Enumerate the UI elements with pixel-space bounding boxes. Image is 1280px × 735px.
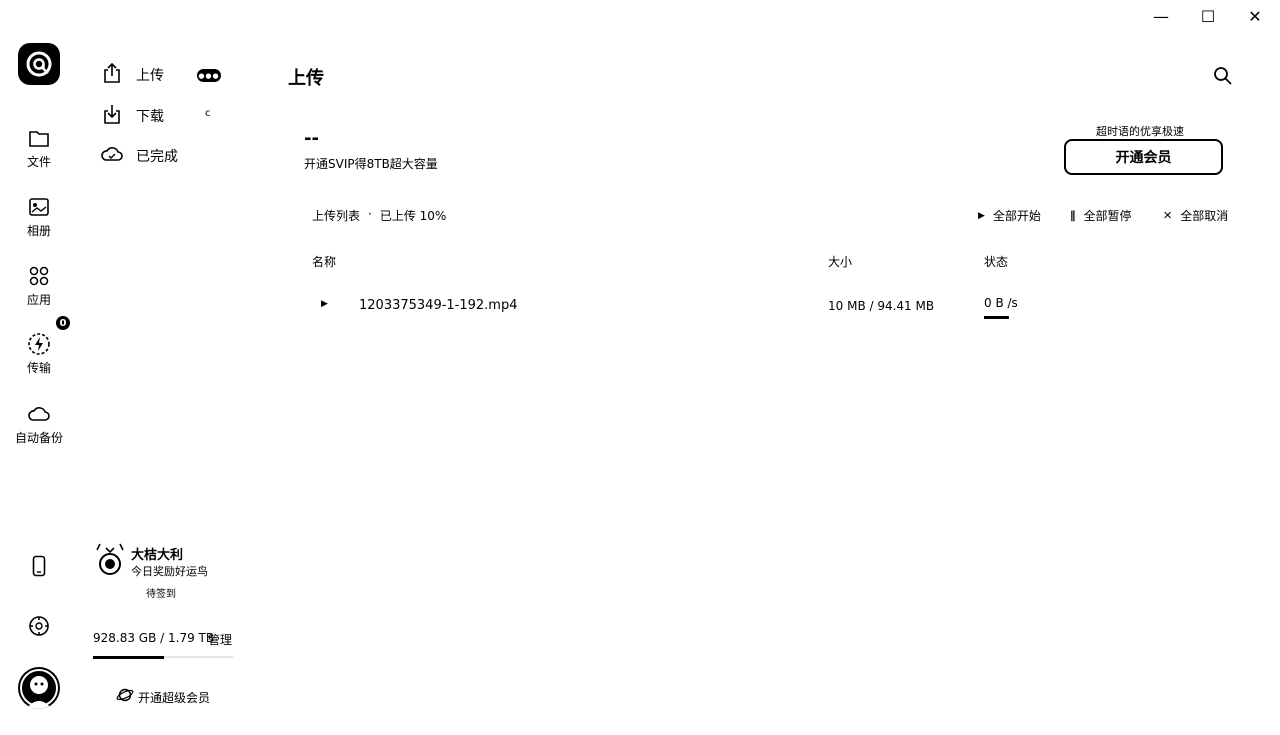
subnav-label: 上传 (136, 68, 164, 84)
page-title: 上传 (288, 68, 324, 89)
pause-icon: ∥ (1070, 209, 1076, 222)
table-row[interactable]: ▶ 1203375349-1-192.mp4 10 MB / 94.41 MB … (300, 288, 1240, 328)
upload-icon (100, 61, 124, 89)
apps-icon (27, 264, 51, 288)
user-name: 大桔大利 (131, 548, 184, 563)
rail-item-backup[interactable]: 自动备份 (6, 402, 72, 446)
cancel-all-label: 全部取消 (1180, 209, 1229, 223)
rail-item-photos[interactable]: 相册 (6, 195, 72, 239)
download-icon (100, 102, 124, 130)
checkin-link[interactable]: 待签到 (146, 585, 176, 600)
play-icon: ▶ (978, 210, 985, 221)
transfer-badge: 0 (56, 316, 70, 330)
upgrade-super-vip-button[interactable]: 开通超级会员 (116, 686, 210, 708)
minimize-button[interactable]: — (1149, 4, 1173, 28)
rail-label: 相册 (26, 224, 51, 238)
pause-all-label: 全部暂停 (1083, 209, 1132, 223)
row-progress-fill (984, 316, 1009, 319)
expand-triangle-icon[interactable]: ▶ (321, 299, 328, 309)
file-name: 1203375349-1-192.mp4 (359, 298, 518, 313)
rail-label: 应用 (26, 293, 51, 307)
app-logo (18, 43, 60, 85)
rail-item-apps[interactable]: 应用 (6, 264, 72, 308)
cancel-all-button[interactable]: ✕ 全部取消 (1163, 207, 1228, 224)
search-icon[interactable] (1212, 65, 1236, 89)
cloud-check-icon (100, 143, 124, 169)
start-all-label: 全部开始 (992, 209, 1041, 223)
file-size: 10 MB / 94.41 MB (828, 299, 935, 313)
avatar-image-icon (20, 669, 58, 709)
rail-label: 自动备份 (14, 431, 63, 445)
file-status: 0 B /s (984, 296, 1018, 310)
subnav-label: 已完成 (136, 149, 178, 165)
transfer-icon (27, 332, 51, 356)
cancel-icon: ✕ (1163, 209, 1173, 222)
phone-icon[interactable] (27, 554, 51, 578)
close-button[interactable]: ✕ (1243, 4, 1267, 28)
row-progress-bar (984, 316, 1009, 319)
subnav-item-upload[interactable]: 上传 (100, 60, 164, 90)
list-status: 已上传 10% (379, 209, 447, 223)
rail-item-files[interactable]: 文件 (6, 126, 72, 170)
storage-bar-fill (93, 655, 165, 659)
list-title: 上传列表 (312, 209, 361, 223)
cloud-icon (27, 402, 51, 426)
subnav-label: 下载 (136, 109, 164, 125)
list-summary: 上传列表 · 已上传 10% (312, 207, 446, 224)
user-subtitle: 今日奖励好运鸟 (131, 565, 208, 578)
storage-text: 928.83 GB / 1.79 TB (93, 631, 215, 645)
rail-item-transfer[interactable]: 传输 (6, 332, 72, 376)
subnav-item-download[interactable]: 下载 (100, 101, 164, 131)
rail-label: 文件 (26, 155, 51, 169)
photo-icon (27, 195, 51, 219)
upload-count-badge: ●●● (197, 69, 221, 82)
column-header-name[interactable]: 名称 (312, 253, 336, 270)
upload-speed: -- (304, 128, 319, 149)
rail-label: 传输 (26, 361, 51, 375)
planet-icon (116, 686, 134, 708)
settings-icon[interactable] (27, 614, 51, 638)
svip-promo-text: 开通SVIP得8TB超大容量 (304, 157, 438, 171)
open-vip-button[interactable]: 开通会员 (1064, 139, 1223, 175)
pause-all-button[interactable]: ∥ 全部暂停 (1070, 207, 1132, 224)
vip-hint: 超时语的优享极速 (1096, 125, 1184, 138)
subnav-item-completed[interactable]: 已完成 (100, 141, 178, 171)
logo-icon (26, 51, 52, 77)
column-header-size[interactable]: 大小 (828, 253, 852, 270)
list-separator: · (368, 207, 372, 221)
avatar[interactable] (18, 667, 60, 709)
manage-link[interactable]: 管理 (208, 631, 232, 648)
column-header-status[interactable]: 状态 (984, 253, 1008, 270)
folder-icon (27, 126, 51, 150)
maximize-button[interactable]: ☐ (1196, 4, 1220, 28)
upgrade-label: 开通超级会员 (138, 690, 211, 705)
download-count: c (205, 108, 211, 119)
user-avatar-icon (94, 542, 126, 576)
start-all-button[interactable]: ▶ 全部开始 (978, 207, 1041, 224)
storage-bar (93, 655, 233, 659)
